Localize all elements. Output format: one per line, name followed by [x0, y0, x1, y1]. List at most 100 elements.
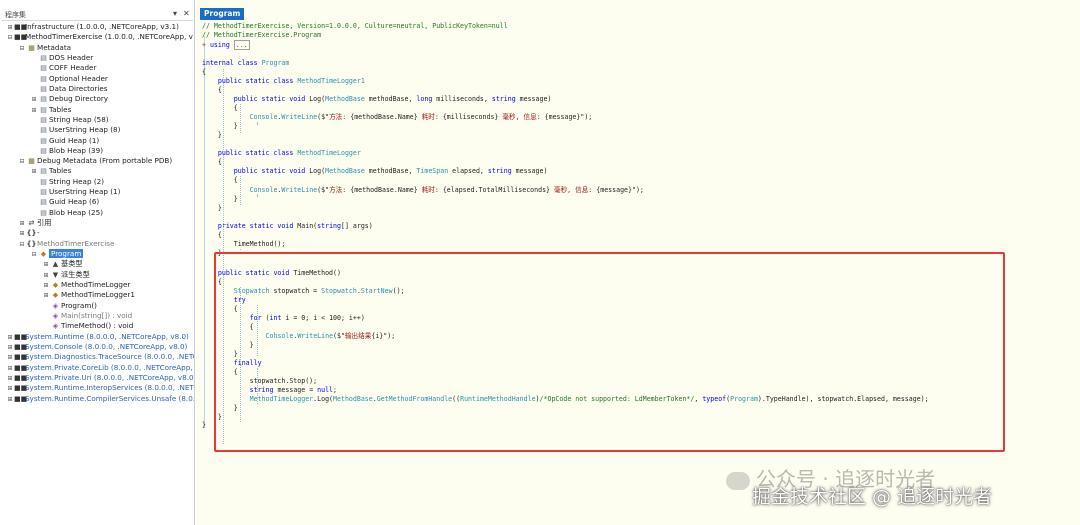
method-icon: ◈ — [52, 322, 59, 331]
code-token: 方法: — [329, 186, 351, 194]
code-token[interactable]: + — [202, 41, 210, 49]
code-line[interactable]: TimeMethod(); — [202, 240, 286, 249]
tree-node[interactable]: ⊞■■System.Runtime.CompilerServices.Unsaf… — [6, 393, 195, 405]
method-icon: ◈ — [52, 311, 59, 320]
tree-node[interactable]: ⊞■■Infrastructure (1.0.0.0, .NETCoreApp,… — [6, 22, 179, 32]
collapse-icon[interactable]: ⊟ — [30, 250, 38, 260]
code-token: private static void — [217, 222, 294, 230]
tree-node[interactable]: ⊞■■System.Diagnostics.TraceSource (8.0.0… — [6, 352, 194, 362]
tree-node[interactable]: ◈ Main(string[]) : void — [42, 311, 132, 321]
code-line[interactable]: Console.WriteLine($"方法: {methodBase.Name… — [202, 186, 644, 195]
collapse-icon[interactable]: ⊟ — [18, 240, 26, 250]
tree-node[interactable]: ⊞ ◆ MethodTimeLogger — [42, 280, 130, 290]
tree-node[interactable]: ▤ String Heap (58) — [30, 114, 109, 125]
code-token: { — [202, 231, 222, 239]
tree-node[interactable]: ⊞ ⇄ 引用 — [18, 218, 51, 228]
collapse-icon[interactable]: ⊟ — [18, 44, 26, 54]
tree-node-label: Infrastructure (1.0.0.0, .NETCoreApp, v3… — [25, 22, 179, 31]
tree-node[interactable]: ⊟ ▦ Debug Metadata (From portable PDB) — [18, 156, 172, 166]
tree-node-label: 派生类型 — [61, 269, 90, 279]
tree-node[interactable]: ⊞■■System.Private.CoreLib (8.0.0.0, .NET… — [6, 363, 194, 373]
tree-node-label: System.Runtime.CompilerServices.Unsafe (… — [25, 393, 195, 403]
tree-node[interactable]: ▤ UserString Heap (8) — [30, 125, 120, 135]
tree-node[interactable]: ▤ Guid Heap (1) — [30, 136, 99, 146]
tree-node[interactable]: ▤ Data Directories — [30, 84, 107, 94]
code-line[interactable]: public static class MethodTimeLogger — [202, 149, 361, 158]
tree-node[interactable]: ▤ String Heap (2) — [30, 177, 104, 187]
tree-node[interactable]: ⊞■■System.Console (8.0.0.0, .NETCoreApp,… — [6, 342, 187, 352]
tree-node[interactable]: ▤ Optional Header — [30, 74, 108, 84]
code-token: // MethodTimerExercise, Version=1.0.0.0,… — [202, 22, 508, 30]
code-line[interactable]: public static void Log(MethodBase method… — [202, 167, 548, 176]
code-line[interactable]: } — [202, 204, 222, 213]
tree-node[interactable]: ⊞ ▲ 基类型 — [42, 259, 82, 269]
tab-program[interactable]: Program — [200, 8, 245, 20]
code-token: public static void — [233, 167, 306, 175]
tree-node[interactable]: ⊟ ◆ Program — [30, 249, 84, 260]
tree-node[interactable]: ⊞ ▤ Tables — [30, 105, 71, 115]
tree-node[interactable]: ◈ Program() — [42, 301, 97, 311]
code-line[interactable]: } — [202, 421, 206, 430]
tree-node[interactable]: ⊞ ◆ MethodTimeLogger1 — [42, 290, 134, 300]
pin-icon[interactable]: ▾ — [173, 9, 177, 18]
tree-node[interactable]: ⊟ {}MethodTimerExercise — [18, 239, 114, 249]
close-icon[interactable]: ✕ — [183, 9, 190, 18]
collapsed-using-box[interactable]: ... — [233, 40, 250, 50]
tree-node[interactable]: ⊞■■System.Runtime (8.0.0.0, .NETCoreApp,… — [6, 332, 188, 342]
code-line[interactable]: { — [202, 158, 222, 167]
expand-icon[interactable]: ⊞ — [6, 395, 14, 405]
code-token: methodBase, — [364, 167, 417, 175]
tree-node[interactable]: ▤ COFF Header — [30, 63, 96, 73]
code-token: } — [202, 195, 238, 203]
tree-node[interactable]: ⊞ ▤ Tables — [30, 166, 71, 176]
tree-node[interactable]: ⊞ {}- — [18, 228, 39, 238]
code-line[interactable]: { — [202, 176, 238, 185]
code-line[interactable]: } — [202, 122, 238, 131]
page-icon: ▤ — [40, 208, 47, 217]
tree-node-label: Guid Heap (6) — [49, 197, 100, 207]
tree-node[interactable]: ▤ UserString Heap (1) — [30, 187, 120, 197]
page-icon: ▤ — [40, 177, 47, 186]
code-line[interactable]: + using ... — [202, 40, 250, 50]
code-token: } — [202, 421, 206, 429]
code-line[interactable]: { — [202, 104, 238, 113]
collapse-icon[interactable]: ⊟ — [6, 33, 14, 43]
code-line[interactable]: public static void Log(MethodBase method… — [202, 95, 552, 104]
code-line[interactable]: { — [202, 231, 222, 240]
code-line[interactable]: { — [202, 68, 206, 77]
tree-node[interactable]: ⊟■■MethodTimerExercise (1.0.0.0, .NETCor… — [6, 32, 192, 43]
indent-guide — [257, 194, 258, 196]
tree-node[interactable]: ▤ DOS Header — [30, 53, 93, 63]
code-line[interactable]: // MethodTimerExercise.Program — [202, 31, 321, 40]
code-token: 毫秒, 信息: — [498, 113, 545, 121]
code-line[interactable]: // MethodTimerExercise, Version=1.0.0.0,… — [202, 22, 508, 31]
code-token: public static class — [217, 149, 294, 157]
code-line[interactable]: } — [202, 131, 222, 140]
code-line[interactable]: internal class Program — [202, 59, 289, 68]
tree-node[interactable]: ⊞■■System.Private.Uri (8.0.0.0, .NETCore… — [6, 373, 194, 383]
tree-node[interactable]: ⊞ ▼ 派生类型 — [42, 269, 90, 280]
tree-node-label: Metadata — [37, 42, 72, 52]
code-line[interactable]: { — [202, 86, 222, 95]
code-token: string — [491, 95, 516, 103]
tree-node[interactable]: ⊞ ▤ Debug Directory — [30, 94, 108, 104]
code-line[interactable]: private static void Main(string[] args) — [202, 222, 373, 231]
code-line[interactable]: public static class MethodTimeLogger1 — [202, 77, 365, 86]
code-token: Log( — [305, 95, 326, 103]
collapse-icon[interactable]: ⊟ — [18, 157, 26, 167]
code-token: public static void — [233, 95, 306, 103]
tree-node[interactable]: ⊞■■System.Runtime.InteropServices (8.0.0… — [6, 383, 194, 393]
code-line[interactable]: Console.WriteLine($"方法: {methodBase.Name… — [202, 113, 593, 122]
code-token: 耗时: — [417, 186, 443, 194]
tree-node[interactable]: ▤ Guid Heap (6) — [30, 197, 99, 207]
tree-node[interactable]: ▤ Blob Heap (25) — [30, 208, 103, 218]
tree-node[interactable]: ◈ TimeMethod() : void — [42, 321, 134, 331]
dnspy-window: 程序集 ▾ ✕ ⊞■■Infrastructure (1.0.0.0, .NET… — [0, 0, 1080, 525]
tree-node-label: String Heap (58) — [49, 114, 109, 124]
tree-node[interactable]: ▤ Blob Heap (39) — [30, 146, 103, 156]
code-token: // MethodTimerExercise.Program — [202, 31, 322, 39]
tree-node[interactable]: ⊟ ▦ Metadata — [18, 43, 71, 53]
code-line[interactable]: } — [202, 195, 238, 204]
